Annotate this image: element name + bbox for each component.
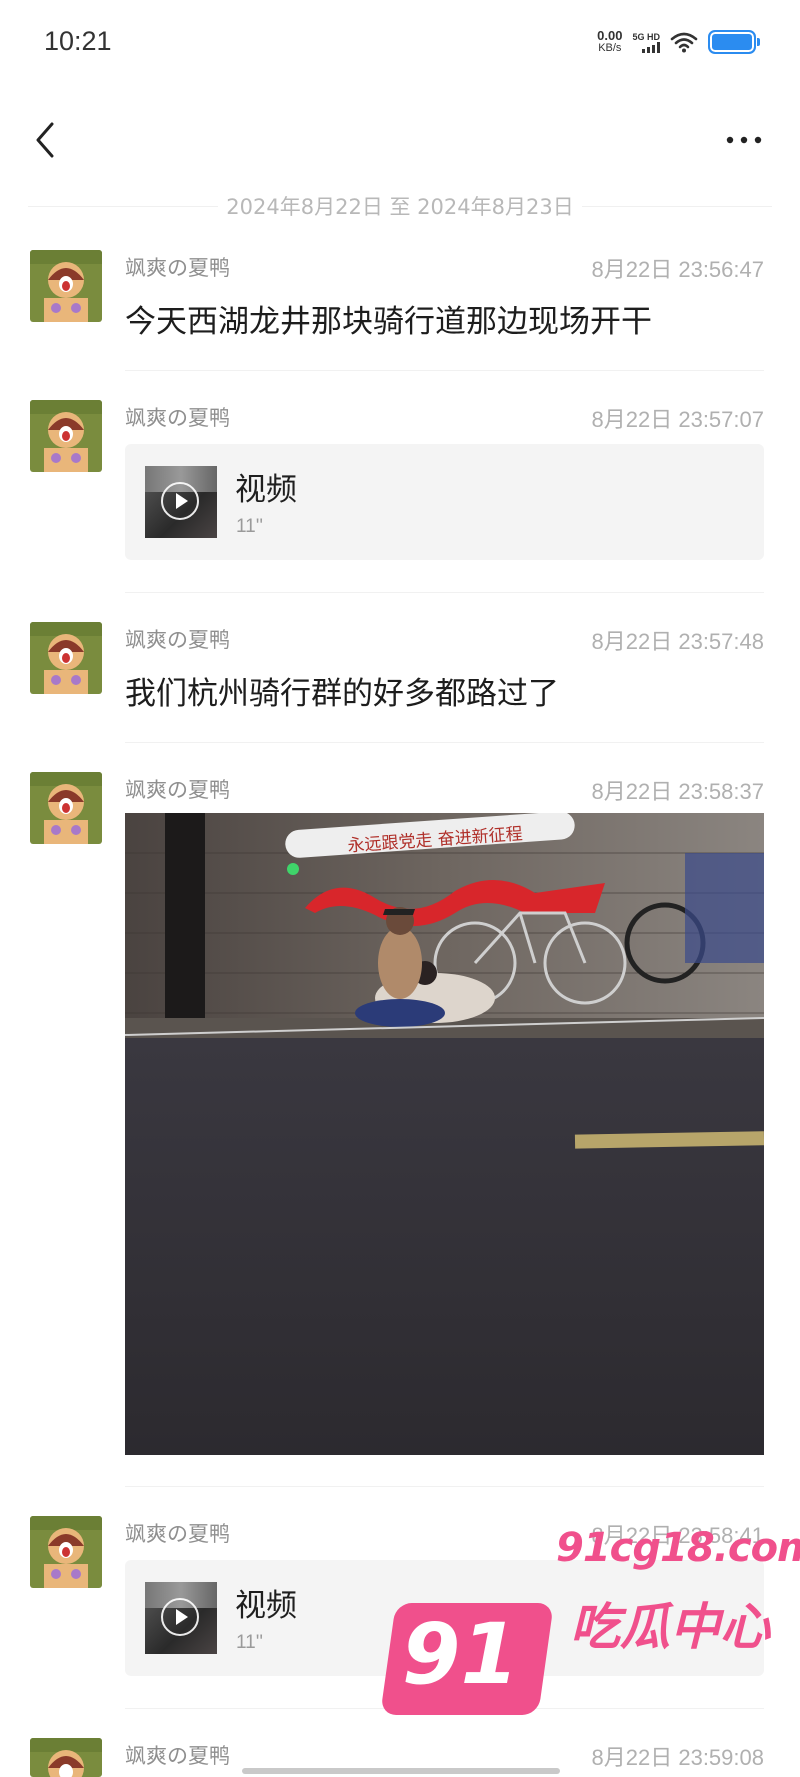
network-speed-unit: KB/s xyxy=(598,42,622,54)
video-thumbnail xyxy=(145,1582,217,1654)
avatar[interactable] xyxy=(30,1738,102,1777)
sender-name: 飒爽の夏鸭 xyxy=(125,256,230,280)
avatar[interactable] xyxy=(30,400,102,472)
video-thumbnail xyxy=(145,466,217,538)
play-icon xyxy=(161,482,199,520)
sender-name: 飒爽の夏鸭 xyxy=(125,1744,230,1768)
message-photo[interactable]: 永远跟党走 奋进新征程 xyxy=(125,813,764,1455)
video-duration: 11'' xyxy=(236,1632,263,1653)
message-time: 8月22日 23:58:37 xyxy=(591,779,764,804)
status-icons: 0.00 KB/s 5G HD xyxy=(597,26,760,58)
battery-icon xyxy=(708,30,760,54)
avatar[interactable] xyxy=(30,250,102,322)
message-text: 今天西湖龙井那块骑行道那边现场开干 xyxy=(125,304,652,340)
video-card[interactable]: 视频 11'' xyxy=(125,444,764,560)
video-title: 视频 xyxy=(235,472,297,508)
message-text: 我们杭州骑行群的好多都路过了 xyxy=(125,676,559,712)
signal-tag: 5G HD xyxy=(632,31,660,42)
play-icon xyxy=(161,1598,199,1636)
wifi-icon xyxy=(670,32,698,53)
signal-bars-icon xyxy=(642,41,660,53)
date-range-text: 2024年8月22日 至 2024年8月23日 xyxy=(218,191,582,221)
divider xyxy=(125,1486,764,1487)
avatar[interactable] xyxy=(30,772,102,844)
status-time: 10:21 xyxy=(44,26,112,56)
signal-indicator: 5G HD xyxy=(632,32,660,53)
message-time: 8月22日 23:57:48 xyxy=(591,629,764,654)
home-indicator[interactable] xyxy=(242,1768,560,1774)
sender-name: 飒爽の夏鸭 xyxy=(125,406,230,430)
video-duration: 11'' xyxy=(236,516,263,537)
divider xyxy=(125,592,764,593)
network-speed-value: 0.00 xyxy=(597,28,623,43)
sender-name: 飒爽の夏鸭 xyxy=(125,1522,230,1546)
watermark: 91cg18.com 91 吃瓜中心 xyxy=(380,1525,800,1755)
watermark-name: 吃瓜中心 xyxy=(570,1598,770,1656)
video-title: 视频 xyxy=(235,1588,297,1624)
date-range-header: 2024年8月22日 至 2024年8月23日 xyxy=(0,191,800,221)
sender-name: 飒爽の夏鸭 xyxy=(125,778,230,802)
back-chevron-icon[interactable] xyxy=(28,118,64,162)
watermark-url: 91cg18.com xyxy=(556,1525,800,1571)
more-dots-icon[interactable] xyxy=(724,130,764,150)
message-time: 8月22日 23:57:07 xyxy=(591,407,764,432)
watermark-number: 91 xyxy=(402,1605,519,1703)
avatar[interactable] xyxy=(30,622,102,694)
status-bar: 10:21 0.00 KB/s 5G HD xyxy=(0,0,800,84)
nav-bar xyxy=(0,100,800,180)
divider xyxy=(125,742,764,743)
message-time: 8月22日 23:56:47 xyxy=(591,257,764,282)
divider xyxy=(125,370,764,371)
network-speed: 0.00 KB/s xyxy=(597,28,623,54)
avatar[interactable] xyxy=(30,1516,102,1588)
sender-name: 飒爽の夏鸭 xyxy=(125,628,230,652)
